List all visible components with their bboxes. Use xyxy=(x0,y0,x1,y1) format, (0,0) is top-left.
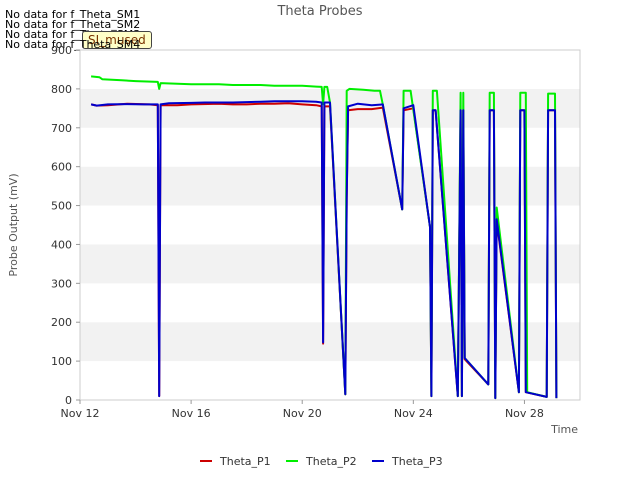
legend: Theta_P1 Theta_P2 Theta_P3 xyxy=(200,455,443,468)
y-tick-label: 100 xyxy=(51,355,72,368)
x-axis-label: Time xyxy=(550,423,578,436)
grid-band xyxy=(80,50,580,89)
y-tick-label: 500 xyxy=(51,200,72,213)
x-tick-label: Nov 24 xyxy=(394,407,433,420)
legend-label-theta-p1: Theta_P1 xyxy=(219,455,271,468)
legend-label-theta-p2: Theta_P2 xyxy=(305,455,357,468)
chart-title: Theta Probes xyxy=(276,4,362,19)
grid-band xyxy=(80,166,580,206)
x-tick-label: Nov 12 xyxy=(61,407,100,420)
chart-canvas: 0100200300400500600700800900 Nov 12 Nov 1… xyxy=(7,4,581,468)
x-tick-label: Nov 28 xyxy=(505,407,544,420)
y-tick-label: 600 xyxy=(51,161,72,174)
y-tick-label: 400 xyxy=(51,238,72,251)
x-axis: Nov 12 Nov 16 Nov 20 Nov 24 Nov 28 xyxy=(61,400,544,420)
y-tick-label: 900 xyxy=(51,44,72,57)
y-tick-label: 200 xyxy=(51,316,72,329)
grid-band xyxy=(80,127,580,167)
y-tick-label: 800 xyxy=(51,83,72,96)
x-tick-label: Nov 16 xyxy=(172,407,211,420)
grid-band xyxy=(80,205,580,245)
legend-label-theta-p3: Theta_P3 xyxy=(391,455,443,468)
grid-band xyxy=(80,322,580,362)
x-tick-label: Nov 20 xyxy=(283,407,322,420)
y-axis: 0 100 200 300 400 500 600 700 800 900 xyxy=(51,44,80,407)
y-tick-label: 700 xyxy=(51,122,72,135)
y-axis-label: Probe Output (mV) xyxy=(7,173,20,276)
grid-band xyxy=(80,361,580,400)
y-tick-label: 300 xyxy=(51,277,72,290)
y-tick-label: 0 xyxy=(65,394,72,407)
